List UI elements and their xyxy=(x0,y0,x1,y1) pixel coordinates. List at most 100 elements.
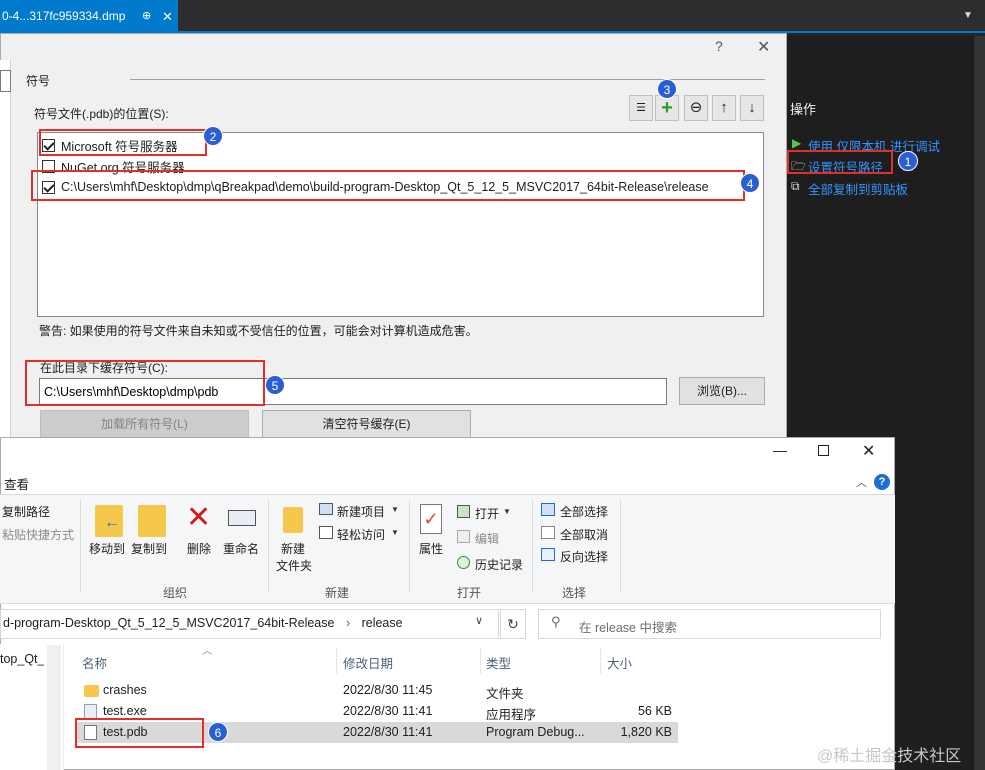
symbol-server-row[interactable]: C:\Users\mhf\Desktop\dmp\qBreakpad\demo\… xyxy=(42,177,709,197)
nav-scrollbar[interactable] xyxy=(47,645,61,770)
symbol-locations-list[interactable]: Microsoft 符号服务器 NuGet.org 符号服务器 C:\Users… xyxy=(37,132,764,317)
file-row[interactable]: test.exe 2022/8/30 11:41 应用程序 56 KB xyxy=(76,701,678,722)
dropdown-icon: ▼ xyxy=(503,507,511,516)
easy-access-button[interactable]: 轻松访问 xyxy=(337,526,385,543)
step-badge-5: 5 xyxy=(265,375,285,395)
edit-icon xyxy=(457,530,470,543)
column-name[interactable]: 名称 xyxy=(82,653,107,672)
folder-icon xyxy=(84,685,99,697)
browse-button[interactable]: 浏览(B)... xyxy=(679,377,765,405)
checkbox[interactable] xyxy=(42,159,55,173)
checkbox[interactable] xyxy=(42,138,55,152)
window-close-icon[interactable]: ✕ xyxy=(862,441,875,461)
history-icon xyxy=(457,556,470,569)
checkbox[interactable] xyxy=(42,180,55,194)
new-item-button[interactable]: 新建项目 xyxy=(337,503,385,520)
file-date: 2022/8/30 11:41 xyxy=(343,725,433,739)
symbol-server-row[interactable]: Microsoft 符号服务器 xyxy=(42,135,178,155)
set-symbol-path-link[interactable]: 设置符号路径 xyxy=(808,157,883,176)
close-tab-icon[interactable]: ✕ xyxy=(162,0,173,33)
refresh-icon[interactable]: ↻ xyxy=(500,609,526,639)
dropdown-icon: ▼ xyxy=(391,528,399,537)
ribbon-divider xyxy=(532,500,533,592)
copy-to-button[interactable]: 复制到 xyxy=(131,540,167,557)
file-date: 2022/8/30 11:41 xyxy=(343,704,433,718)
delete-button[interactable]: 删除 xyxy=(187,540,211,557)
load-all-symbols-button[interactable]: 加载所有符号(L) xyxy=(40,410,249,439)
options-search-input[interactable] xyxy=(0,70,11,92)
copy-path-button[interactable]: 复制路径 xyxy=(2,503,50,520)
select-none-icon xyxy=(541,526,555,539)
select-none-button[interactable]: 全部取消 xyxy=(560,526,608,543)
arrow-icon: ← xyxy=(104,514,120,531)
symbol-server-label: C:\Users\mhf\Desktop\dmp\qBreakpad\demo\… xyxy=(61,180,709,194)
minimize-icon[interactable]: — xyxy=(773,442,787,458)
application-icon xyxy=(84,704,97,719)
debug-native-only-link[interactable]: 使用 仅限本机 进行调试 xyxy=(808,136,940,155)
vs-scrollbar[interactable] xyxy=(974,36,985,770)
symbol-server-row[interactable]: NuGet.org 符号服务器 xyxy=(42,156,185,176)
dialog-close-icon[interactable]: ✕ xyxy=(757,37,770,57)
watermark: @稀土掘金技术社区 xyxy=(817,748,962,765)
breadcrumb-current[interactable]: release xyxy=(362,616,403,630)
help-icon[interactable]: ? xyxy=(874,474,890,490)
sort-ascending-icon: ︿ xyxy=(202,646,212,657)
cache-dir-label: 在此目录下缓存符号(C): xyxy=(40,361,168,375)
column-date[interactable]: 修改日期 xyxy=(343,653,393,672)
file-name: test.exe xyxy=(103,704,147,718)
easy-access-icon xyxy=(319,526,333,539)
pdb-file-icon xyxy=(84,725,97,740)
history-button[interactable]: 历史记录 xyxy=(475,556,523,573)
tab-list-dropdown-icon[interactable]: ▼ xyxy=(963,10,973,21)
security-warning: 警告: 如果使用的符号文件来自未知或不受信任的位置，可能会对计算机造成危害。 xyxy=(39,324,478,338)
options-tree xyxy=(0,60,11,440)
remove-location-icon[interactable]: ⊖ xyxy=(684,95,708,121)
file-row-selected[interactable]: test.pdb 2022/8/30 11:41 Program Debug..… xyxy=(76,722,678,743)
new-folder-button-line2[interactable]: 文件夹 xyxy=(276,557,312,574)
collapse-ribbon-icon[interactable]: ︿ xyxy=(856,474,867,490)
clear-symbol-cache-button[interactable]: 清空符号缓存(E) xyxy=(262,410,471,439)
properties-button[interactable]: 属性 xyxy=(419,540,443,557)
copy-all-link[interactable]: 全部复制到剪贴板 xyxy=(808,179,908,198)
file-name: test.pdb xyxy=(103,725,148,739)
cache-dir-input[interactable] xyxy=(39,378,667,405)
actions-title: 操作 xyxy=(790,102,817,117)
step-badge-1: 1 xyxy=(898,151,918,171)
open-icon xyxy=(457,505,470,518)
search-input[interactable]: 在 release 中搜索 xyxy=(538,609,881,639)
edit-button[interactable]: 编辑 xyxy=(475,530,499,547)
play-icon: ▶ xyxy=(792,136,802,150)
address-bar[interactable]: d-program-Desktop_Qt_5_12_5_MSVC2017_64b… xyxy=(0,609,499,639)
advanced-icon[interactable]: ☰ xyxy=(629,95,653,121)
tab-view[interactable]: 查看 xyxy=(4,474,29,493)
select-all-button[interactable]: 全部选择 xyxy=(560,503,608,520)
paste-shortcut-button[interactable]: 粘贴快捷方式 xyxy=(2,526,74,543)
ribbon-divider xyxy=(409,500,410,592)
nav-tree-item[interactable]: top_Qt_5 xyxy=(0,652,44,666)
file-type: 应用程序 xyxy=(486,708,537,722)
column-divider xyxy=(600,648,601,674)
column-type[interactable]: 类型 xyxy=(486,653,511,672)
move-up-icon[interactable]: ↑ xyxy=(712,95,736,121)
file-size: 56 KB xyxy=(637,704,672,718)
help-icon[interactable]: ? xyxy=(715,38,723,54)
symbol-locations-label: 符号文件(.pdb)的位置(S): xyxy=(34,107,169,121)
dump-file-tab[interactable]: 0-4...317fc959334.dmp ⊕ ✕ xyxy=(0,0,178,33)
move-to-button[interactable]: 移动到 xyxy=(89,540,125,557)
breadcrumb-parent[interactable]: d-program-Desktop_Qt_5_12_5_MSVC2017_64b… xyxy=(3,616,334,630)
search-icon: ⚲ xyxy=(551,614,561,629)
new-folder-button-line1[interactable]: 新建 xyxy=(281,540,305,557)
file-row[interactable]: crashes 2022/8/30 11:45 文件夹 xyxy=(76,680,678,701)
rename-button[interactable]: 重命名 xyxy=(223,540,259,557)
move-down-icon[interactable]: ↓ xyxy=(740,95,764,121)
address-dropdown-icon[interactable]: ∨ xyxy=(475,614,483,627)
pin-icon[interactable]: ⊕ xyxy=(142,0,151,33)
invert-selection-button[interactable]: 反向选择 xyxy=(560,548,608,565)
symbol-server-label: Microsoft 符号服务器 xyxy=(61,139,178,154)
group-label-new: 新建 xyxy=(325,586,350,600)
column-divider xyxy=(336,648,337,674)
column-divider xyxy=(480,648,481,674)
maximize-icon[interactable] xyxy=(818,445,829,456)
column-size[interactable]: 大小 xyxy=(607,653,632,672)
open-button[interactable]: 打开 xyxy=(475,505,499,522)
